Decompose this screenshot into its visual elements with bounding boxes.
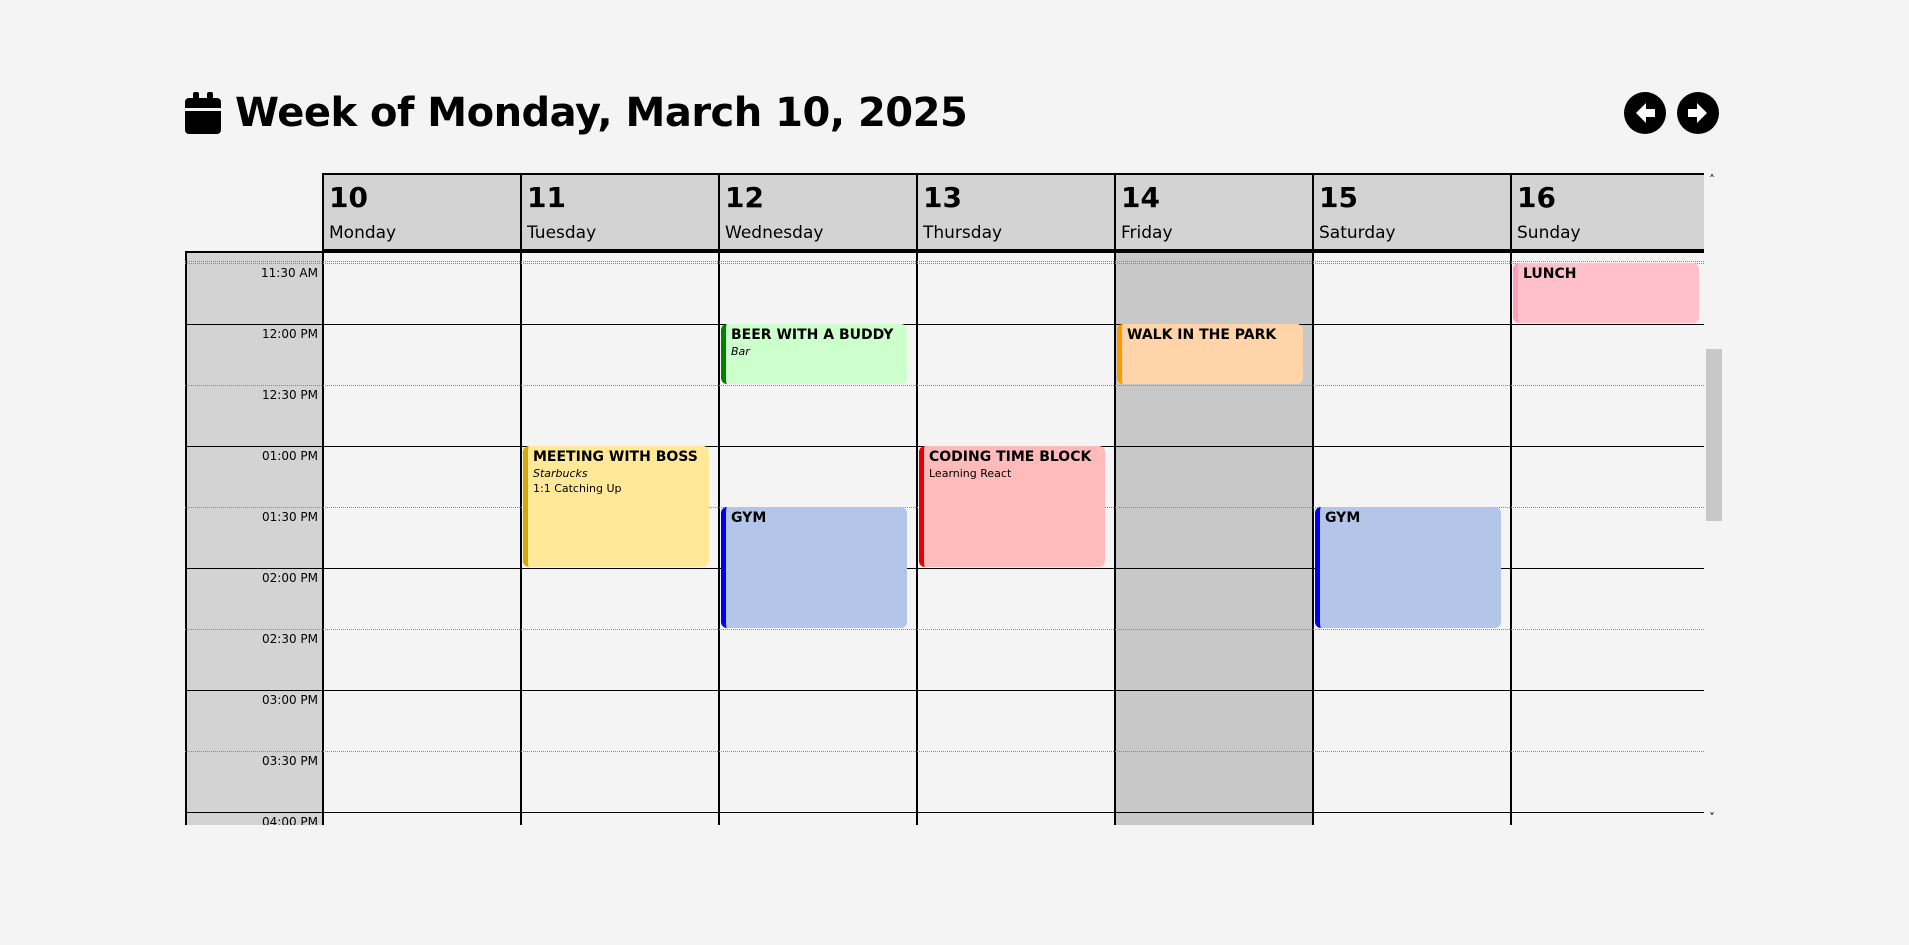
event-walk-in-the-park[interactable]: WALK IN THE PARK: [1117, 324, 1303, 384]
day-column-sunday[interactable]: [1510, 251, 1704, 825]
grid-line: [185, 690, 1704, 691]
grid-line: [185, 812, 1704, 813]
page-title: Week of Monday, March 10, 2025: [235, 90, 968, 136]
calendar-icon: [185, 92, 221, 134]
time-label: 12:00 PM: [262, 327, 318, 341]
day-number: 10: [329, 181, 368, 214]
event-title: MEETING WITH BOSS: [533, 449, 698, 465]
grid-line: [185, 751, 1704, 752]
grid-line: [185, 263, 1704, 264]
event-title: LUNCH: [1523, 266, 1577, 282]
time-label: 12:30 PM: [262, 388, 318, 402]
event-title: GYM: [1325, 510, 1361, 526]
day-name: Tuesday: [527, 223, 597, 243]
scroll-up-icon[interactable]: ˄: [1709, 173, 1715, 187]
grid-line: [185, 324, 1704, 325]
event-lunch[interactable]: LUNCH: [1513, 263, 1699, 323]
scrollbar-thumb[interactable]: [1706, 349, 1722, 521]
day-name: Sunday: [1517, 223, 1581, 243]
time-label: 03:30 PM: [262, 754, 318, 768]
event-title: GYM: [731, 510, 767, 526]
time-label: 04:00 PM: [262, 815, 318, 825]
previous-week-button[interactable]: [1624, 92, 1666, 134]
time-label: 01:30 PM: [262, 510, 318, 524]
day-number: 16: [1517, 181, 1556, 214]
time-label: 02:00 PM: [262, 571, 318, 585]
day-name: Wednesday: [725, 223, 824, 243]
vertical-scrollbar[interactable]: ˄ ˅: [1706, 173, 1722, 825]
day-header-monday[interactable]: 10 Monday: [322, 173, 520, 251]
event-location: Starbucks: [533, 467, 588, 480]
day-number: 12: [725, 181, 764, 214]
event-title: BEER WITH A BUDDY: [731, 327, 894, 343]
day-name: Monday: [329, 223, 397, 243]
time-label: 11:30 AM: [261, 266, 318, 280]
day-header-friday[interactable]: 14 Friday: [1114, 173, 1312, 251]
arrow-left-icon: [1636, 103, 1655, 123]
day-column-monday[interactable]: [322, 251, 520, 825]
event-beer-with-a-buddy[interactable]: BEER WITH A BUDDY Bar: [721, 324, 907, 384]
day-number: 14: [1121, 181, 1160, 214]
grid-line: [185, 385, 1704, 386]
week-body[interactable]: 11:30 AM 12:00 PM 12:30 PM 01:00 PM 01:30 PM…: [185, 251, 1704, 825]
event-gym[interactable]: GYM: [721, 507, 907, 628]
grid-line: [185, 261, 1704, 262]
calendar-header: Week of Monday, March 10, 2025: [185, 86, 968, 140]
day-header-tuesday[interactable]: 11 Tuesday: [520, 173, 718, 251]
time-label: 02:30 PM: [262, 632, 318, 646]
day-name: Thursday: [923, 223, 1003, 243]
event-title: WALK IN THE PARK: [1127, 327, 1277, 343]
week-grid: 10 Monday 11 Tuesday 12 Wednesday 13 Thursday 14…: [185, 173, 1704, 825]
event-description: 1:1 Catching Up: [533, 482, 622, 495]
arrow-right-icon: [1688, 103, 1707, 123]
scroll-down-icon[interactable]: ˅: [1709, 811, 1715, 825]
day-name: Friday: [1121, 223, 1173, 243]
day-header-sunday[interactable]: 16 Sunday: [1510, 173, 1704, 251]
event-title: CODING TIME BLOCK: [929, 449, 1092, 465]
day-header-wednesday[interactable]: 12 Wednesday: [718, 173, 916, 251]
grid-line: [185, 629, 1704, 630]
day-number: 13: [923, 181, 962, 214]
time-label: 03:00 PM: [262, 693, 318, 707]
event-description: Learning React: [929, 467, 1012, 480]
event-gym[interactable]: GYM: [1315, 507, 1501, 628]
day-number: 11: [527, 181, 566, 214]
day-header-saturday[interactable]: 15 Saturday: [1312, 173, 1510, 251]
event-meeting-with-boss[interactable]: MEETING WITH BOSS Starbucks 1:1 Catching U…: [523, 446, 709, 567]
next-week-button[interactable]: [1677, 92, 1719, 134]
event-coding-time-block[interactable]: CODING TIME BLOCK Learning React: [919, 446, 1105, 567]
event-location: Bar: [731, 345, 750, 358]
day-name: Saturday: [1319, 223, 1396, 243]
day-header-thursday[interactable]: 13 Thursday: [916, 173, 1114, 251]
day-number: 15: [1319, 181, 1358, 214]
time-column: 11:30 AM 12:00 PM 12:30 PM 01:00 PM 01:30 PM…: [185, 251, 322, 825]
time-label: 01:00 PM: [262, 449, 318, 463]
